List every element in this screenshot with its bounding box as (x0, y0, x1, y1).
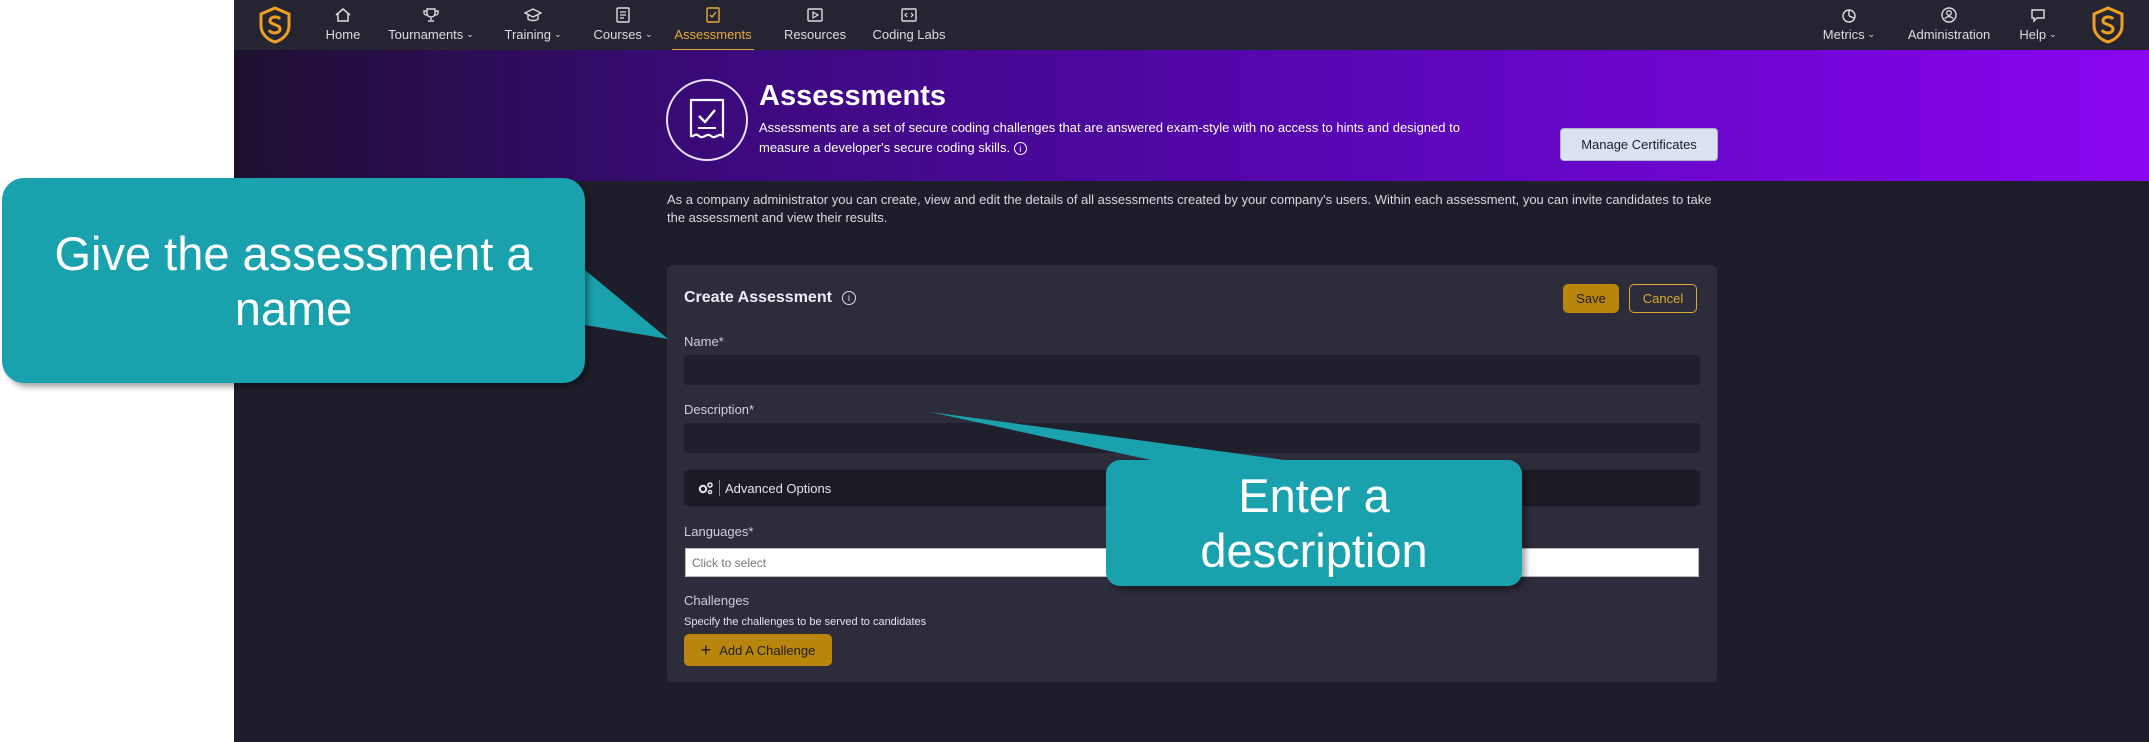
advanced-options-label: Advanced Options (725, 480, 832, 496)
page-title: Assessments (759, 80, 946, 112)
nav-coding-labs-label: Coding Labs (872, 27, 946, 42)
name-callout-text: Give the assessment a name (54, 226, 533, 335)
add-challenge-label: Add A Challenge (719, 642, 816, 658)
name-label: Name* (684, 334, 724, 349)
nav-home-label: Home (325, 27, 361, 42)
nav-courses[interactable]: Courses ⌄ (592, 0, 654, 48)
name-input[interactable] (684, 355, 1700, 385)
nav-metrics[interactable]: Metrics ⌄ (1822, 0, 1876, 48)
divider (719, 480, 720, 496)
book-icon (616, 7, 630, 23)
chevron-down-icon: ⌄ (466, 29, 474, 39)
nav-help-label: Help (2019, 27, 2047, 42)
chart-icon (1842, 9, 1856, 23)
chat-bubble-icon (2031, 9, 2045, 23)
description-callout-text: Enter a description (1200, 469, 1428, 577)
nav-tournaments[interactable]: Tournaments ⌄ (385, 0, 477, 48)
info-icon[interactable]: i (841, 291, 856, 305)
nav-coding-labs[interactable]: Coding Labs (872, 0, 946, 48)
description-input[interactable] (684, 423, 1700, 453)
save-button[interactable]: Save (1563, 284, 1619, 313)
chevron-down-icon: ⌄ (1867, 29, 1876, 39)
admin-user-icon (1941, 7, 1957, 23)
home-icon (335, 8, 351, 22)
name-callout: Give the assessment a name (2, 178, 585, 383)
nav-resources[interactable]: Resources (784, 0, 846, 48)
nav-home[interactable]: Home (321, 0, 365, 48)
nav-resources-label: Resources (783, 27, 847, 42)
assessment-clipboard-icon (666, 79, 748, 161)
nav-tournaments-label: Tournaments (388, 27, 464, 42)
code-icon (901, 8, 917, 22)
nav-help[interactable]: Help ⌄ (2018, 0, 2058, 48)
nav-courses-label: Courses (593, 27, 642, 42)
user-avatar-logo-icon[interactable] (2091, 6, 2125, 44)
chevron-down-icon: ⌄ (644, 29, 653, 39)
secure-code-logo-icon[interactable] (258, 6, 292, 44)
description-label: Description* (684, 402, 755, 417)
languages-label: Languages* (684, 524, 754, 539)
nav-assessments-label: Assessments (674, 27, 752, 42)
challenges-hint: Specify the challenges to be served to c… (684, 616, 927, 628)
chevron-down-icon: ⌄ (553, 29, 562, 39)
page-description-text: Assessments are a set of secure coding c… (759, 120, 1460, 155)
admin-intro-text: As a company administrator you can creat… (667, 192, 1712, 225)
form-title: Create Assessment i (684, 289, 856, 307)
description-callout: Enter a description (1106, 460, 1522, 586)
plus-icon: + (700, 640, 712, 660)
play-box-icon (807, 8, 823, 22)
page-description: Assessments are a set of secure coding c… (759, 118, 1499, 158)
nav-administration[interactable]: Administration (1906, 0, 1992, 48)
languages-placeholder: Click to select (692, 555, 767, 570)
form-title-text: Create Assessment (684, 289, 832, 306)
manage-certificates-button[interactable]: Manage Certificates (1560, 128, 1718, 161)
graduation-cap-icon (524, 8, 542, 22)
nav-training[interactable]: Training ⌄ (502, 0, 564, 48)
nav-administration-label: Administration (1907, 27, 1991, 42)
checklist-icon (706, 7, 720, 23)
hero-banner: Assessments Assessments are a set of sec… (234, 50, 2149, 181)
nav-training-label: Training (504, 27, 551, 42)
nav-assessments[interactable]: Assessments (672, 0, 754, 51)
gears-icon (698, 482, 713, 495)
chevron-down-icon: ⌄ (2049, 29, 2057, 39)
nav-metrics-label: Metrics (1822, 27, 1865, 42)
add-challenge-button[interactable]: + Add A Challenge (684, 634, 832, 666)
challenges-label: Challenges (684, 593, 750, 608)
cancel-button[interactable]: Cancel (1629, 284, 1697, 313)
trophy-icon (423, 8, 439, 22)
top-navigation: Home Tournaments ⌄ Training ⌄ Courses ⌄ Ass… (234, 0, 2149, 51)
info-icon[interactable]: i (1013, 142, 1027, 156)
